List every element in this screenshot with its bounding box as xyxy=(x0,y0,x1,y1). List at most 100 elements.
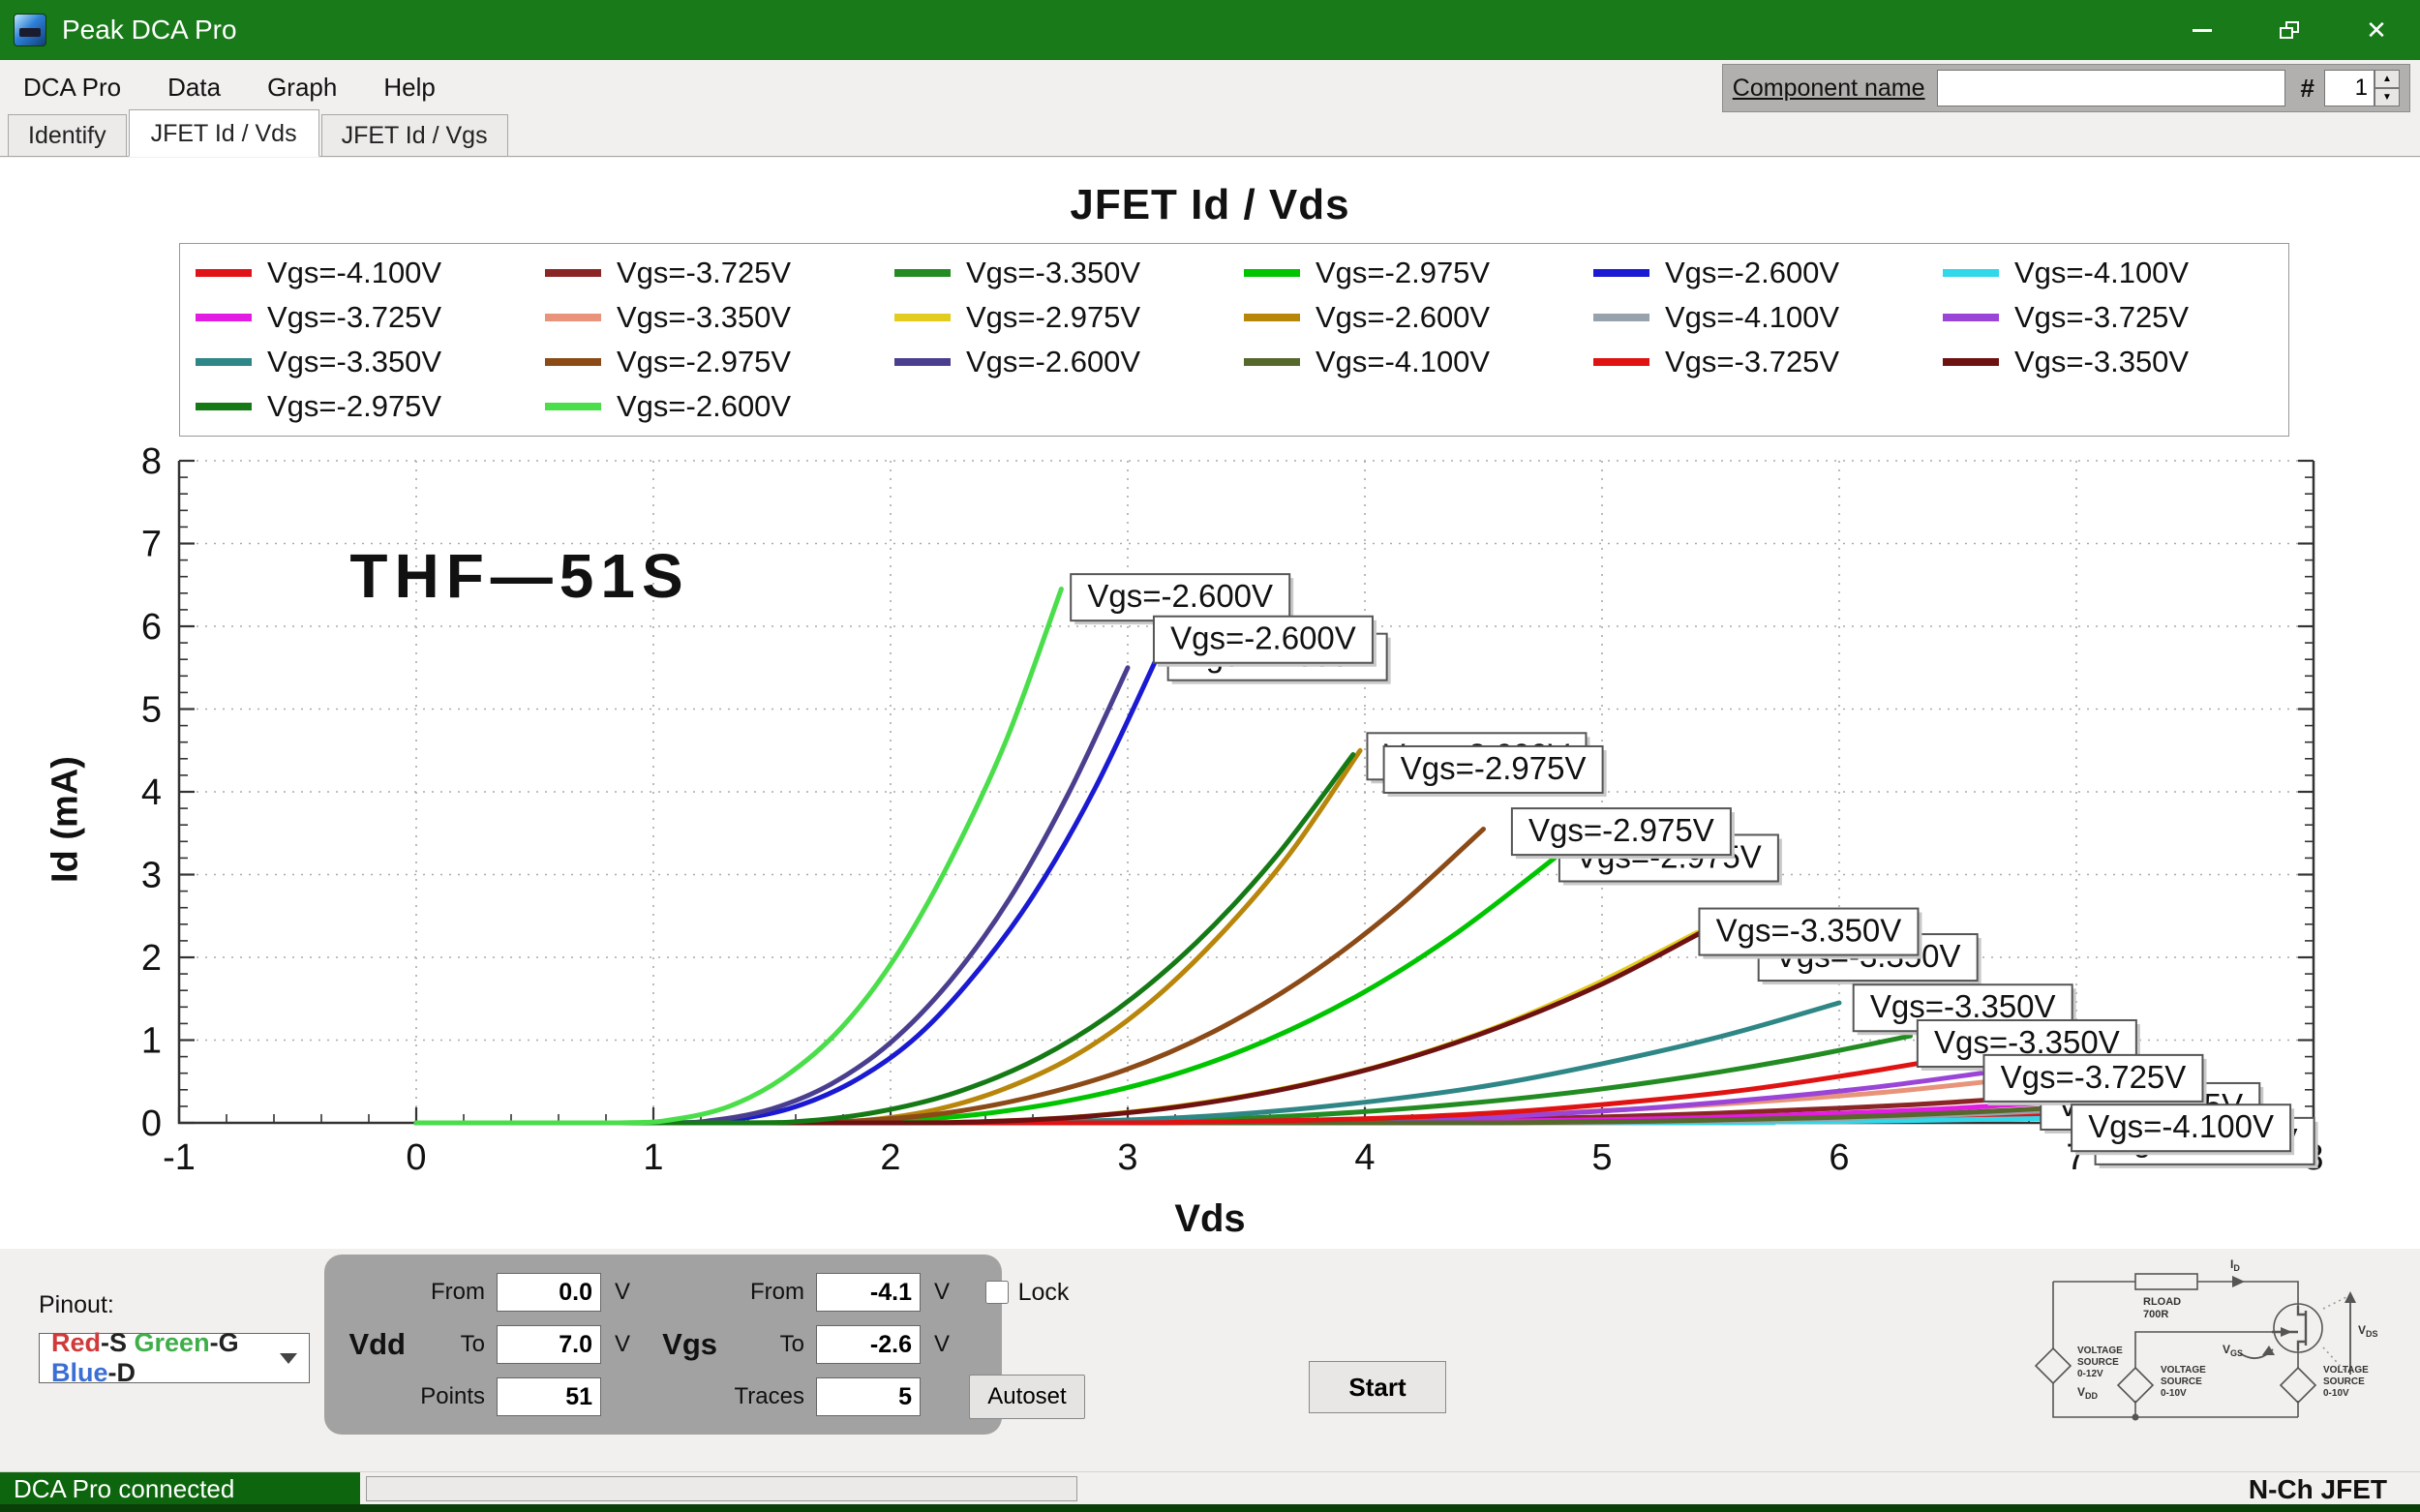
pinout-value-part: Red xyxy=(51,1328,101,1357)
legend-swatch xyxy=(1943,269,1999,277)
window-bottom-edge xyxy=(0,1504,2420,1512)
legend-label: Vgs=-2.600V xyxy=(1665,256,1839,290)
legend-label: Vgs=-2.975V xyxy=(966,300,1140,335)
legend-label: Vgs=-3.350V xyxy=(267,345,441,379)
svg-text:0-10V: 0-10V xyxy=(2323,1388,2349,1399)
legend-swatch xyxy=(1244,314,1300,321)
menu-help[interactable]: Help xyxy=(360,60,458,114)
component-number-down-button[interactable]: ▼ xyxy=(2375,88,2400,106)
x-tick-label: 2 xyxy=(880,1137,900,1178)
legend-label: Vgs=-3.725V xyxy=(617,256,791,290)
legend-label: Vgs=-2.600V xyxy=(617,389,791,424)
minimize-button[interactable] xyxy=(2159,0,2246,60)
points-input[interactable] xyxy=(497,1377,601,1416)
x-tick-label: -1 xyxy=(163,1137,196,1178)
tab-jfet-id-vgs[interactable]: JFET Id / Vgs xyxy=(321,114,508,156)
x-tick-label: 3 xyxy=(1117,1137,1137,1178)
svg-text:VDS: VDS xyxy=(2358,1323,2378,1339)
y-tick-label: 5 xyxy=(141,690,162,731)
lock-checkbox[interactable] xyxy=(985,1281,1009,1304)
legend-item: Vgs=-2.975V xyxy=(186,387,535,426)
svg-text:VDD: VDD xyxy=(2077,1385,2099,1401)
menu-data[interactable]: Data xyxy=(144,60,244,114)
pinout-value-part: Blue xyxy=(51,1358,108,1387)
legend-label: Vgs=-4.100V xyxy=(267,256,441,290)
legend-swatch xyxy=(545,314,601,321)
curve-label-text: Vgs=-3.725V xyxy=(2001,1059,2187,1095)
legend-swatch xyxy=(1593,269,1649,277)
trace-vgs-3.350v xyxy=(416,928,1709,1123)
component-number-input[interactable] xyxy=(2324,70,2375,106)
trace-vgs-2.600v xyxy=(416,668,1128,1123)
y-tick-label: 0 xyxy=(141,1104,162,1144)
menu-graph[interactable]: Graph xyxy=(244,60,360,114)
curve-label-text: Vgs=-2.600V xyxy=(1087,578,1273,614)
title-bar: Peak DCA Pro ✕ xyxy=(0,0,2420,60)
legend-label: Vgs=-4.100V xyxy=(2014,256,2189,290)
curve-label-text: Vgs=-3.350V xyxy=(1716,913,1902,949)
curve-label: Vgs=-2.975V xyxy=(1384,746,1607,797)
pinout-value-part: -S xyxy=(101,1328,135,1357)
svg-text:VGS: VGS xyxy=(2223,1343,2243,1358)
legend-swatch xyxy=(1593,358,1649,366)
rload-value: 700R xyxy=(2143,1309,2168,1320)
legend-item: Vgs=-2.975V xyxy=(885,298,1234,337)
traces-input[interactable] xyxy=(816,1377,921,1416)
curve-label-text: Vgs=-4.100V xyxy=(2088,1108,2274,1144)
curve-label-text: Vgs=-3.350V xyxy=(1870,988,2056,1024)
legend-item: Vgs=-3.725V xyxy=(186,298,535,337)
progress-track xyxy=(366,1476,1077,1501)
legend-item: Vgs=-3.725V xyxy=(535,254,885,292)
vgs-to-label: To xyxy=(727,1331,810,1358)
svg-text:0-12V: 0-12V xyxy=(2077,1369,2103,1379)
restore-icon xyxy=(2280,21,2299,39)
chevron-down-icon xyxy=(280,1353,297,1364)
vgs-from-label: From xyxy=(727,1279,810,1306)
y-tick-label: 2 xyxy=(141,938,162,979)
menu-dca-pro[interactable]: DCA Pro xyxy=(0,60,144,114)
restore-button[interactable] xyxy=(2246,0,2333,60)
x-tick-label: 0 xyxy=(406,1137,426,1178)
component-number-up-button[interactable]: ▲ xyxy=(2375,70,2400,88)
legend-item: Vgs=-4.100V xyxy=(186,254,535,292)
legend-item: Vgs=-2.975V xyxy=(535,343,885,381)
pinout-label: Pinout: xyxy=(39,1291,310,1319)
pinout-select[interactable]: Red-S Green-G Blue-D xyxy=(39,1333,310,1383)
points-label: Points xyxy=(415,1383,491,1410)
vgs-from-input[interactable] xyxy=(816,1273,921,1312)
legend-item: Vgs=-2.975V xyxy=(1234,254,1584,292)
menu-bar: DCA Pro Data Graph Help Component name #… xyxy=(0,60,2420,114)
vgs-from-unit: V xyxy=(930,1279,963,1306)
vgs-to-input[interactable] xyxy=(816,1325,921,1364)
legend-label: Vgs=-2.600V xyxy=(966,345,1140,379)
close-icon: ✕ xyxy=(2366,15,2387,45)
legend-swatch xyxy=(894,269,951,277)
start-button[interactable]: Start xyxy=(1309,1361,1446,1413)
component-name-input[interactable] xyxy=(1937,70,2285,106)
legend-item: Vgs=-2.600V xyxy=(1584,254,1933,292)
chart-page: JFET Id / Vds Vgs=-4.100VVgs=-3.725VVgs=… xyxy=(0,158,2420,1249)
lock-label: Lock xyxy=(1018,1279,1070,1307)
legend-item: Vgs=-4.100V xyxy=(1933,254,2283,292)
tab-jfet-id-vds[interactable]: JFET Id / Vds xyxy=(129,109,319,157)
legend-item: Vgs=-3.350V xyxy=(1933,343,2283,381)
vgs-label: Vgs xyxy=(650,1327,721,1362)
legend-swatch xyxy=(545,358,601,366)
svg-text:SOURCE: SOURCE xyxy=(2077,1357,2119,1368)
legend-item: Vgs=-3.725V xyxy=(1933,298,2283,337)
x-tick-label: 1 xyxy=(643,1137,663,1178)
vdd-to-input[interactable] xyxy=(497,1325,601,1364)
legend-swatch xyxy=(1244,269,1300,277)
autoset-button[interactable]: Autoset xyxy=(969,1375,1085,1419)
close-button[interactable]: ✕ xyxy=(2333,0,2420,60)
legend-swatch xyxy=(196,269,252,277)
y-tick-label: 3 xyxy=(141,856,162,896)
controls-bar: Pinout: Red-S Green-G Blue-D From V From… xyxy=(0,1249,2420,1469)
legend-label: Vgs=-3.350V xyxy=(2014,345,2189,379)
trace-vgs-2.975v xyxy=(416,932,1697,1123)
tab-strip: Identify JFET Id / Vds JFET Id / Vgs xyxy=(0,114,2420,157)
legend-swatch xyxy=(1943,314,1999,321)
plot-area: Id (mA) -1012345678012345678THF—51SVgs=-… xyxy=(0,440,2420,1241)
tab-identify[interactable]: Identify xyxy=(8,114,127,156)
vdd-from-input[interactable] xyxy=(497,1273,601,1312)
